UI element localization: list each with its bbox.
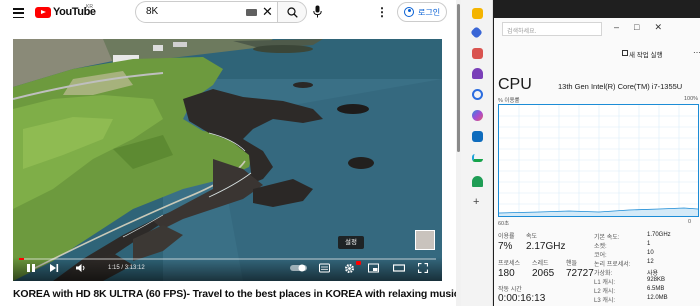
- subtitles-icon[interactable]: [319, 263, 330, 273]
- login-button[interactable]: 로그인: [397, 2, 447, 22]
- video-title[interactable]: KOREA with HD 8K ULTRA (60 FPS)- Travel …: [13, 288, 491, 300]
- spec-value: 사용: [647, 271, 659, 277]
- briefcase-icon[interactable]: [472, 48, 483, 59]
- user-icon: [404, 7, 414, 17]
- progress-fill: [19, 258, 24, 260]
- miniplayer-icon[interactable]: [368, 263, 379, 273]
- fullscreen-icon[interactable]: [418, 263, 428, 273]
- autoplay-toggle[interactable]: [290, 264, 307, 272]
- threads-label: 스레드: [532, 261, 549, 267]
- hd-badge: [356, 261, 361, 265]
- usage-label: % 이용률: [498, 98, 520, 104]
- spec-key: L1 캐시:: [594, 280, 616, 286]
- more-options-icon[interactable]: ⋯: [693, 48, 700, 57]
- handles-value: 72727: [566, 268, 594, 279]
- pause-icon[interactable]: [26, 263, 36, 273]
- more-options-icon[interactable]: ⋮: [376, 5, 388, 19]
- current-time: 1:15: [108, 265, 120, 271]
- graph-time-label: 60초: [498, 221, 510, 227]
- spec-value: 6.5MB: [647, 286, 665, 292]
- spec-value: 12: [647, 259, 654, 265]
- spec-key: 논리 프로세서:: [594, 262, 631, 268]
- microphone-icon[interactable]: [313, 5, 322, 18]
- threads-value: 2065: [532, 268, 555, 279]
- search-icon: [287, 7, 298, 18]
- cpu-title: CPU: [498, 76, 532, 93]
- minimize-button[interactable]: –: [614, 22, 634, 32]
- spec-value: 928KB: [647, 277, 666, 283]
- clear-icon[interactable]: ✕: [262, 4, 273, 20]
- search-button[interactable]: [277, 1, 307, 23]
- add-icon[interactable]: +: [473, 196, 479, 208]
- tag-icon[interactable]: [470, 26, 483, 39]
- outlook-icon[interactable]: [472, 131, 483, 142]
- channel-watermark[interactable]: [415, 230, 435, 250]
- task-manager-search-input[interactable]: 검색하세요.: [502, 22, 602, 36]
- video-frame: [13, 39, 442, 281]
- utilization-label: 이용률: [498, 234, 515, 240]
- spec-key: 가상화:: [594, 271, 613, 277]
- duration: 3:13:12: [124, 265, 145, 271]
- spec-value: 1.70GHz: [647, 232, 671, 238]
- settings-icon[interactable]: [344, 263, 355, 274]
- task-manager-topbar: [494, 0, 700, 18]
- spec-value: 12.0MB: [647, 295, 668, 301]
- youtube-header: YouTube KR 8K ✕ ⋮ 로그인: [0, 0, 456, 26]
- speed-value: 2.17GHz: [526, 241, 566, 252]
- spec-key: 소켓:: [594, 244, 607, 250]
- graph-grid: [498, 105, 699, 216]
- uptime-value: 0:00:16:13: [498, 293, 546, 304]
- speed-label: 속도: [526, 234, 538, 240]
- spec-key: 코어:: [594, 253, 607, 259]
- youtube-pane: YouTube KR 8K ✕ ⋮ 로그인 설정 1:15 / 3:13:12 …: [0, 0, 491, 306]
- login-label: 로그인: [418, 8, 441, 17]
- logo-region: KR: [86, 4, 93, 10]
- shopping-icon[interactable]: [472, 154, 483, 162]
- next-icon[interactable]: [49, 263, 59, 273]
- cpu-usage-graph: [498, 104, 699, 217]
- player-controls: 1:15 / 3:13:12: [13, 257, 442, 281]
- search-icon[interactable]: [472, 89, 483, 100]
- graph-zero-label: 0: [688, 219, 692, 225]
- youtube-logo[interactable]: YouTube: [35, 5, 96, 21]
- volume-icon[interactable]: [75, 263, 87, 273]
- browser-sidebar: +: [461, 0, 493, 306]
- task-manager-window: 검색하세요. –□✕ 새 작업 실행 ⋯ CPU 13th Gen Intel(…: [493, 0, 700, 306]
- spec-value: 10: [647, 250, 654, 256]
- youtube-play-icon: [35, 7, 51, 18]
- uptime-label: 작동 시간: [498, 287, 522, 293]
- progress-bar[interactable]: [19, 258, 436, 260]
- cpu-model: 13th Gen Intel(R) Core(TM) i7-1355U: [558, 82, 683, 91]
- utilization-value: 7%: [498, 241, 513, 252]
- page-scrollbar-thumb[interactable]: [457, 4, 460, 152]
- keyboard-icon[interactable]: [246, 9, 257, 16]
- time-display: 1:15 / 3:13:12: [108, 265, 145, 271]
- processes-value: 180: [498, 268, 515, 279]
- processes-label: 프로세스: [498, 261, 521, 267]
- spec-key: L3 캐시:: [594, 298, 616, 304]
- theater-mode-icon[interactable]: [393, 263, 405, 273]
- new-task-button[interactable]: 새 작업 실행: [629, 49, 663, 59]
- person-icon[interactable]: [472, 68, 483, 79]
- tree-icon[interactable]: [472, 176, 483, 187]
- usage-max: 100%: [684, 96, 699, 102]
- search-value: 8K: [146, 6, 159, 17]
- video-player[interactable]: 설정: [13, 39, 442, 281]
- spec-key: 기본 속도:: [594, 235, 620, 241]
- new-task-icon: [622, 50, 628, 56]
- settings-tooltip: 설정: [338, 236, 364, 249]
- close-button[interactable]: ✕: [654, 22, 677, 32]
- spec-key: L2 캐시:: [594, 289, 616, 295]
- notes-icon[interactable]: [472, 8, 483, 19]
- spec-value: 1: [647, 241, 651, 247]
- window-controls: –□✕: [614, 22, 677, 33]
- menu-icon[interactable]: [13, 8, 24, 19]
- maximize-button[interactable]: □: [634, 22, 654, 32]
- handles-label: 핸들: [566, 261, 578, 267]
- copilot-icon[interactable]: [472, 110, 483, 121]
- search-input[interactable]: 8K ✕: [135, 1, 277, 23]
